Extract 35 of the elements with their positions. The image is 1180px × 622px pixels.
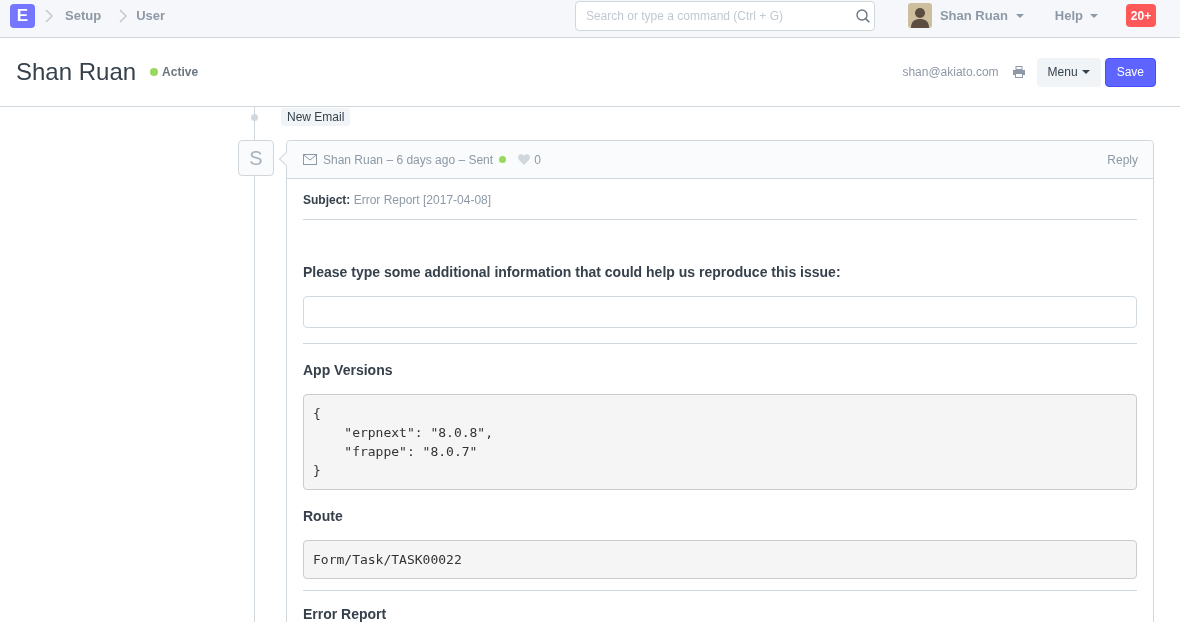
search-icon[interactable] xyxy=(855,8,870,23)
caret-icon xyxy=(1015,13,1024,18)
message-meta: Shan Ruan – 6 days ago – Sent xyxy=(323,151,494,169)
chevron-right-icon xyxy=(119,8,128,23)
section-heading: Please type some additional information that could help us reproduce this issue: xyxy=(303,263,842,282)
sender-avatar: S xyxy=(238,140,274,176)
user-avatar-icon xyxy=(907,3,932,28)
like-count: 0 xyxy=(534,151,541,169)
caret-icon xyxy=(1081,70,1090,74)
user-email: shan@akiato.com xyxy=(902,64,999,81)
chevron-right-icon xyxy=(45,8,53,23)
notification-badge[interactable]: 20+ xyxy=(1126,4,1156,27)
breadcrumb-link[interactable]: Setup xyxy=(65,5,102,26)
help-menu[interactable]: Help xyxy=(1054,5,1098,26)
envelope-icon xyxy=(303,154,317,165)
save-button[interactable]: Save xyxy=(1104,57,1156,87)
info-input[interactable] xyxy=(303,296,1137,328)
user-menu[interactable]: Shan Ruan xyxy=(907,3,1024,28)
menu-button[interactable]: Menu xyxy=(1036,57,1101,87)
event-tag: New Email xyxy=(281,108,351,126)
code-block: Form/Task/TASK00022 xyxy=(303,540,1137,579)
status-label: Active xyxy=(162,64,199,81)
email-subject: Subject: Error Report [2017-04-08] xyxy=(303,192,493,209)
section-heading: Error Report xyxy=(303,605,388,622)
app-logo[interactable]: E xyxy=(10,3,35,28)
caret-icon xyxy=(1090,13,1098,18)
search-field[interactable]: Search or type a command (Ctrl + G) xyxy=(574,0,875,31)
sent-status-icon xyxy=(499,156,507,163)
print-icon[interactable] xyxy=(1012,66,1025,78)
section-heading: App Versions xyxy=(303,361,394,380)
reply-link[interactable]: Reply xyxy=(1107,150,1138,169)
page-title: Shan Ruan xyxy=(16,57,137,87)
code-block: { "erpnext": "8.0.8", "frappe": "8.0.7" } xyxy=(303,394,1137,490)
breadcrumb-link[interactable]: User xyxy=(136,5,166,26)
section-heading: Route xyxy=(303,507,344,526)
